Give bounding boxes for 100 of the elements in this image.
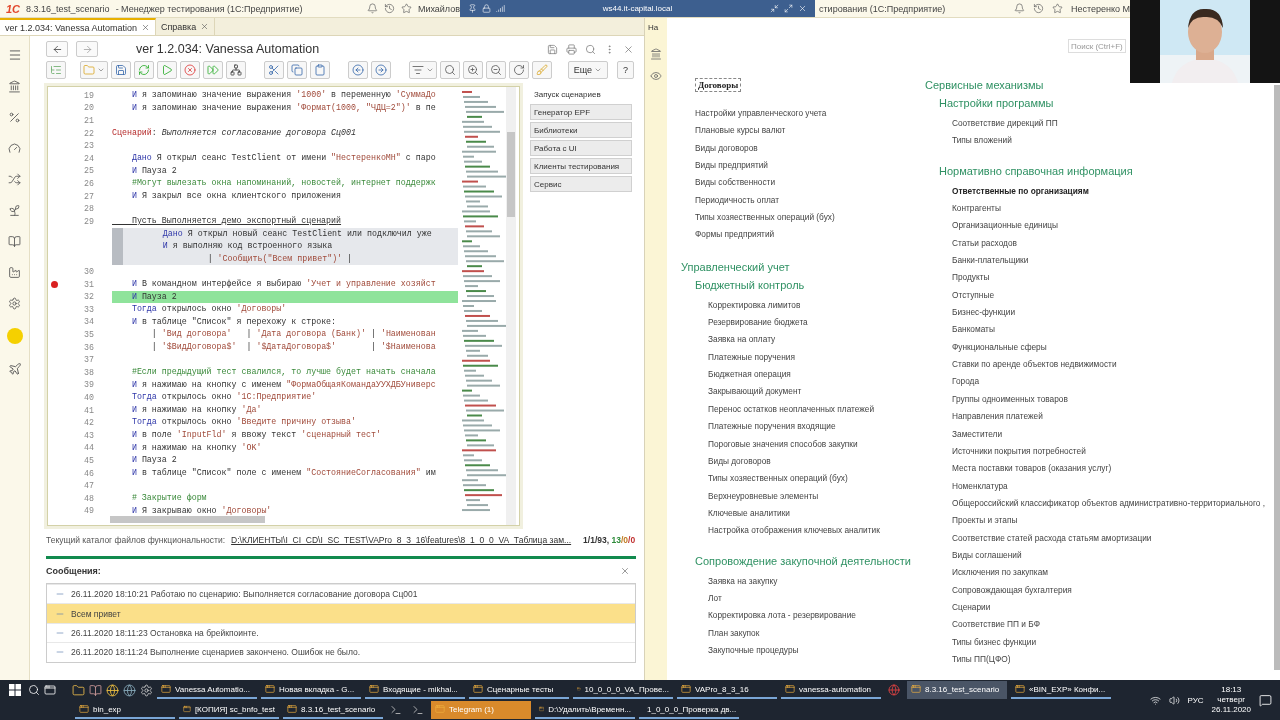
- filter-icon[interactable]: [412, 64, 424, 76]
- menu-link[interactable]: Корректировка лимитов: [708, 296, 801, 315]
- close-icon[interactable]: [620, 565, 630, 576]
- run-all-button[interactable]: [203, 61, 223, 79]
- bank-icon[interactable]: [650, 48, 662, 60]
- menu-link[interactable]: Бюджетная операция: [708, 366, 791, 384]
- factory-icon[interactable]: [8, 266, 21, 279]
- tree-button[interactable]: [46, 61, 66, 79]
- menu-link[interactable]: Места поставки товаров (оказания услуг): [952, 460, 1112, 478]
- taskbar-item[interactable]: vanessa-automation: [781, 681, 881, 699]
- taskbar-item[interactable]: VAPro_8_3_16: [677, 681, 777, 699]
- menu-link[interactable]: Продукты: [952, 269, 990, 287]
- plane-icon[interactable]: [7, 362, 22, 376]
- brush-button[interactable]: [532, 61, 552, 79]
- menu-link[interactable]: Закрывающий документ: [708, 383, 802, 401]
- menu-link[interactable]: Группы одноименных товаров: [952, 390, 1068, 409]
- menu-link[interactable]: Заявка на оплату: [708, 331, 776, 349]
- menu-link[interactable]: Перенос остатков неоплаченных платежей: [708, 400, 875, 419]
- percent-icon[interactable]: [8, 111, 21, 124]
- menu-link[interactable]: Проекты и этапы: [952, 512, 1018, 530]
- menu-link[interactable]: Типы хозяественных операций (бух): [708, 470, 848, 488]
- menu-link[interactable]: Плановые курсы валют: [695, 122, 786, 140]
- taskbar-app[interactable]: [885, 681, 903, 699]
- zoom-in-button[interactable]: [463, 61, 483, 79]
- network-icon[interactable]: [230, 64, 242, 76]
- menu-link[interactable]: Контрагенты: [952, 200, 1001, 218]
- minimize-icon[interactable]: [770, 4, 779, 13]
- history-icon[interactable]: [1032, 3, 1044, 14]
- menu-icon[interactable]: [7, 48, 22, 62]
- menu-link[interactable]: Верхнеуровневые элементы: [708, 487, 819, 505]
- play-icon[interactable]: [161, 64, 173, 76]
- side-button[interactable]: Запуск сценариев: [530, 86, 632, 102]
- task-view-icon[interactable]: [44, 684, 56, 696]
- clipboard-icon[interactable]: [314, 64, 326, 76]
- menu-link[interactable]: Номенклатура: [952, 477, 1008, 495]
- refresh-icon[interactable]: [138, 64, 150, 76]
- fast-forward-icon[interactable]: [207, 64, 219, 76]
- menu-link[interactable]: Статьи расходов: [952, 234, 1017, 253]
- volume-icon[interactable]: [1168, 694, 1180, 706]
- menu-link[interactable]: Источники покрытия потребностей: [952, 442, 1086, 461]
- help-button[interactable]: ?: [617, 61, 634, 79]
- menu-link[interactable]: Платежные поручения: [708, 348, 795, 367]
- vertical-scrollbar[interactable]: [1274, 85, 1280, 670]
- close-icon[interactable]: [140, 23, 150, 32]
- menu-link[interactable]: Периодичность оплат: [695, 191, 779, 210]
- save-button[interactable]: [111, 61, 131, 79]
- menu-link[interactable]: Виды договоров: [708, 452, 771, 471]
- bell-icon[interactable]: [366, 3, 378, 14]
- notification-icon[interactable]: [1259, 693, 1272, 707]
- breakpoint-dot[interactable]: [50, 280, 58, 288]
- menu-link[interactable]: Формы предприятий: [695, 226, 775, 244]
- side-button[interactable]: Клиенты тестирования: [530, 158, 632, 174]
- menu-link[interactable]: Типы хозяественных операций (бух): [695, 209, 835, 227]
- book-icon[interactable]: [8, 235, 21, 248]
- stop-icon[interactable]: [184, 64, 196, 76]
- menu-link[interactable]: Настройки управленческого учета: [695, 105, 827, 123]
- filter-button[interactable]: [409, 61, 437, 79]
- menu-link[interactable]: Функциональные сферы: [952, 338, 1047, 357]
- folder-icon[interactable]: [72, 683, 85, 697]
- brush-icon[interactable]: [536, 64, 548, 76]
- gauge-icon[interactable]: [8, 142, 21, 155]
- menu-link[interactable]: Заместители: [952, 425, 1003, 443]
- menu-link[interactable]: Платежные поручения входящие: [708, 418, 836, 436]
- menu-link[interactable]: Типы вложений: [952, 132, 1012, 150]
- menu-link[interactable]: Соответствие статей расхода статьям амортизации: [952, 529, 1152, 547]
- star-icon[interactable]: [400, 3, 412, 14]
- taskbar-item[interactable]: Сценарные тесты: [469, 681, 569, 699]
- menu-link[interactable]: Города: [952, 373, 980, 391]
- forward-icon[interactable]: [81, 43, 93, 55]
- taskbar-item[interactable]: 8.3.16_test_scenario: [283, 701, 383, 719]
- taskbar-item[interactable]: «BIN_EXP» Конфи...: [1011, 681, 1111, 699]
- menu-link[interactable]: Пороговые значения способов закупки: [708, 435, 858, 453]
- menu-link[interactable]: Ответственные по организациям: [952, 182, 1089, 201]
- menu-link[interactable]: Виды договоров: [695, 139, 758, 158]
- save-icon[interactable]: [547, 43, 558, 55]
- star-icon[interactable]: [1051, 3, 1063, 14]
- maximize-icon[interactable]: [784, 4, 793, 13]
- caret-icon[interactable]: [426, 66, 434, 74]
- menu-link[interactable]: Организационные единицы: [952, 217, 1059, 235]
- caret-icon[interactable]: [97, 66, 105, 74]
- find-button[interactable]: [440, 61, 460, 79]
- side-button[interactable]: Работа с UI: [530, 140, 632, 156]
- menu-link[interactable]: Типы ПП(ЦФО): [952, 650, 1011, 669]
- menu-link[interactable]: Банкоматы: [952, 321, 995, 339]
- close-icon[interactable]: [623, 43, 634, 55]
- side-button[interactable]: Сервис: [530, 176, 632, 192]
- section-link[interactable]: Договоры: [695, 78, 742, 92]
- tree-icon[interactable]: [50, 64, 62, 76]
- menu-link[interactable]: Лот: [708, 589, 722, 608]
- taskbar-item[interactable]: Входящие - mikhai...: [365, 681, 465, 699]
- close-icon[interactable]: [200, 22, 210, 31]
- previous-button[interactable]: [348, 61, 368, 79]
- tab[interactable]: Справка: [155, 18, 216, 35]
- menu-link[interactable]: Виды собственности: [695, 174, 776, 192]
- side-button[interactable]: Библиотеки: [530, 122, 632, 138]
- folder-path-link[interactable]: D:\КЛИЕНТЫ\I_CI_CD\I_SC_TEST\VAPro_8_3_16\features\8_1_0_0_VA_Таблица зам...: [231, 535, 572, 545]
- menu-link[interactable]: Направления платежей: [952, 408, 1043, 426]
- save-icon[interactable]: [115, 64, 127, 76]
- tab[interactable]: ver 1.2.034: Vanessa Automation: [0, 18, 156, 35]
- sprout-icon[interactable]: [8, 204, 21, 217]
